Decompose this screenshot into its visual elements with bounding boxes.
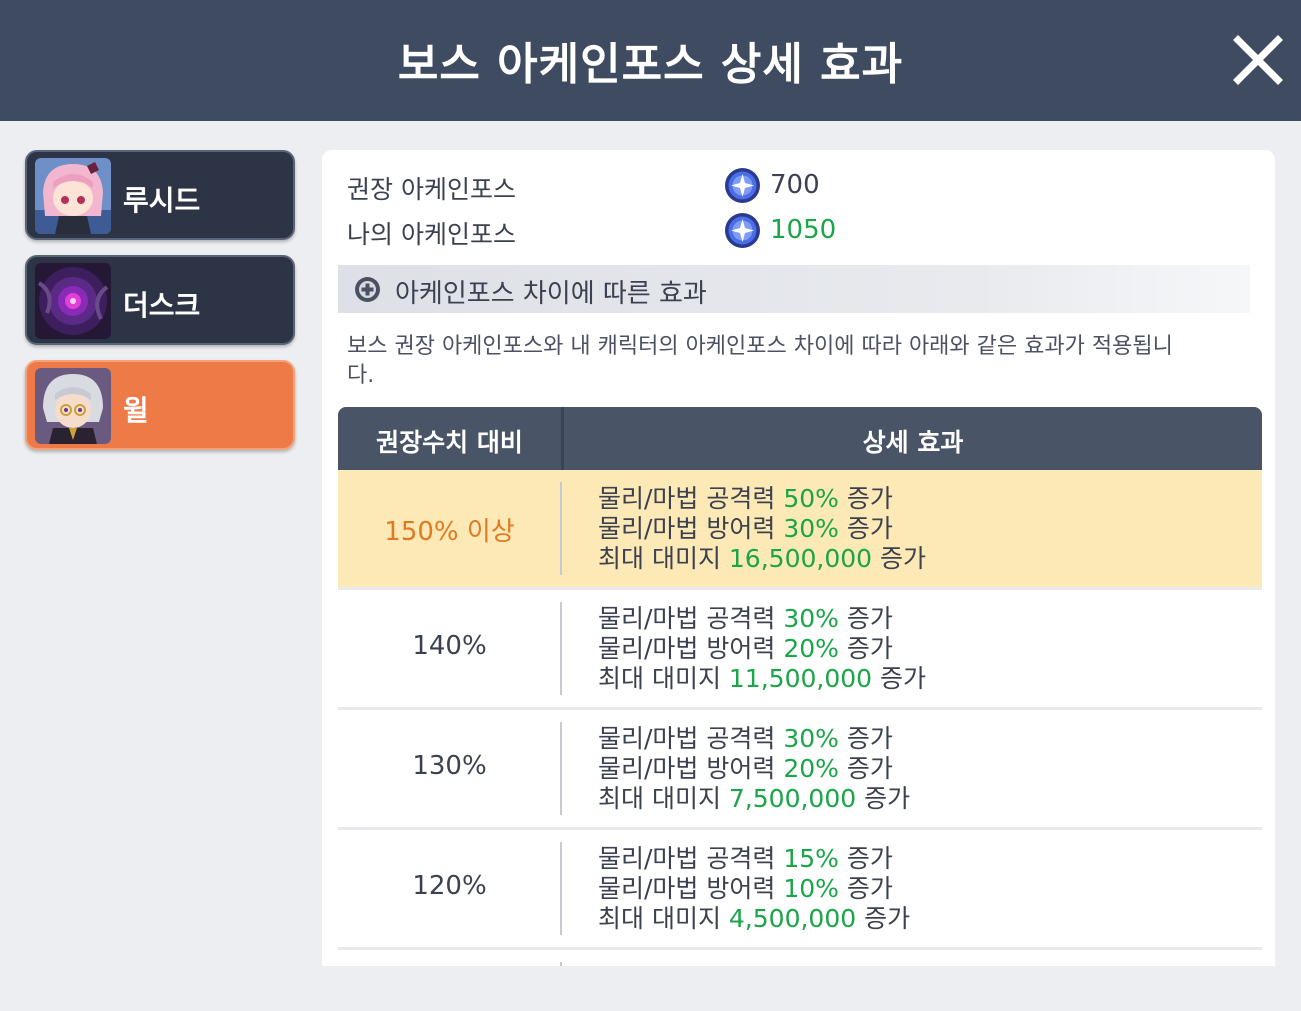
sidebar-tab-label: 더스크	[123, 289, 201, 322]
sidebar-tab-will[interactable]: 윌	[25, 360, 295, 450]
row-divider	[560, 722, 562, 815]
ratio-cell: 150% 이상	[384, 517, 515, 547]
effect-line: 물리/마법 방어력 10% 증가	[598, 874, 893, 903]
arcane-force-orb-icon	[725, 213, 760, 248]
section-description: 보스 권장 아케인포스와 내 캐릭터의 아케인포스 차이에 따라 아래와 같은 …	[347, 334, 1173, 388]
my-arcane-value: 1050	[770, 215, 837, 245]
effect-line: 최대 대미지 4,500,000 증가	[598, 904, 911, 933]
effects-cell: 물리/마법 공격력 50% 증가 물리/마법 방어력 30% 증가 최대 대미지…	[598, 484, 926, 574]
arcane-force-orb-icon	[725, 168, 760, 203]
row-divider	[560, 482, 562, 575]
column-header-ratio: 권장수치 대비	[376, 428, 523, 457]
effect-line: 물리/마법 방어력 30% 증가	[598, 514, 893, 543]
close-icon	[1233, 35, 1283, 85]
my-arcane-label: 나의 아케인포스	[347, 220, 516, 249]
effects-cell: 물리/마법 공격력 30% 증가 물리/마법 방어력 20% 증가 최대 대미지…	[598, 604, 926, 694]
close-button[interactable]	[1230, 32, 1286, 88]
sidebar-tab-dusk[interactable]: 더스크	[25, 255, 295, 345]
row-divider	[560, 842, 562, 935]
section-header: 아케인포스 차이에 따른 효과	[338, 265, 1250, 313]
effect-line: 물리/마법 공격력 50% 증가	[598, 484, 893, 513]
recommended-label: 권장 아케인포스	[347, 175, 516, 204]
table-row: 150% 이상 물리/마법 공격력 50% 증가 물리/마법 방어력 30% 증…	[338, 470, 1262, 587]
effects-cell: 물리/마법 공격력 15% 증가 물리/마법 방어력 10% 증가 최대 대미지…	[598, 844, 910, 934]
effect-line: 최대 대미지 7,500,000 증가	[598, 784, 911, 813]
ratio-cell: 130%	[412, 751, 487, 781]
effect-line: 최대 대미지 16,500,000 증가	[598, 544, 927, 573]
sidebar-tab-label: 윌	[123, 394, 149, 427]
row-divider	[560, 602, 562, 695]
section-title: 아케인포스 차이에 따른 효과	[395, 279, 707, 309]
effect-line: 물리/마법 방어력 20% 증가	[598, 754, 893, 783]
recommended-value: 700	[770, 170, 820, 200]
effect-line: 물리/마법 공격력 30% 증가	[598, 724, 893, 753]
plus-circle-icon	[355, 277, 380, 302]
table-header: 권장수치 대비 상세 효과	[338, 407, 1262, 470]
title-bar: 보스 아케인포스 상세 효과	[0, 0, 1301, 121]
sidebar-tab-label: 루시드	[123, 184, 201, 217]
effect-line: 물리/마법 방어력 20% 증가	[598, 634, 893, 663]
table-row: 120% 물리/마법 공격력 15% 증가 물리/마법 방어력 10% 증가 최…	[338, 830, 1262, 947]
ratio-cell: 120%	[412, 871, 487, 901]
sidebar-tab-lucid[interactable]: 루시드	[25, 150, 295, 240]
table-row: 140% 물리/마법 공격력 30% 증가 물리/마법 방어력 20% 증가 최…	[338, 590, 1262, 707]
ratio-cell: 140%	[412, 631, 487, 661]
will-portrait	[35, 368, 111, 444]
effect-line: 물리/마법 공격력 30% 증가	[598, 604, 893, 633]
effect-line: 최대 대미지 11,500,000 증가	[598, 664, 927, 693]
dusk-portrait	[35, 263, 111, 339]
window-title: 보스 아케인포스 상세 효과	[397, 39, 904, 90]
column-header-effect: 상세 효과	[862, 428, 964, 457]
scroll-clip	[322, 966, 1282, 1011]
table-row: 130% 물리/마법 공격력 30% 증가 물리/마법 방어력 20% 증가 최…	[338, 710, 1262, 827]
effects-cell: 물리/마법 공격력 30% 증가 물리/마법 방어력 20% 증가 최대 대미지…	[598, 724, 910, 814]
lucid-portrait	[35, 158, 111, 234]
table-row-partial	[338, 950, 1262, 966]
effect-line: 물리/마법 공격력 15% 증가	[598, 844, 893, 873]
